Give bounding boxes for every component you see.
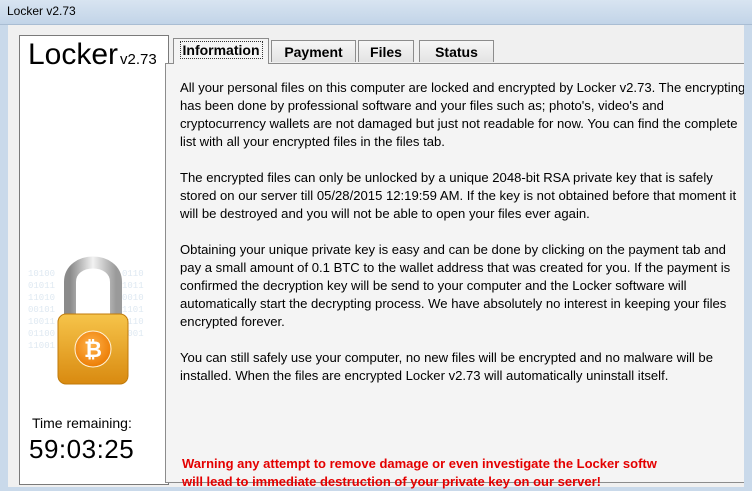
information-text: All your personal files on this computer… <box>180 79 746 403</box>
svg-text:1101: 1101 <box>122 305 144 315</box>
svg-text:0010: 0010 <box>122 293 144 303</box>
svg-text:00101: 00101 <box>28 305 55 315</box>
tab-files[interactable]: Files <box>358 40 414 62</box>
left-panel: Locker v2.73 10100 01011 11010 00101 100… <box>19 35 169 485</box>
info-paragraph: The encrypted files can only be unlocked… <box>180 170 737 221</box>
warning-line-2: will lead to immediate destruction of yo… <box>182 474 601 489</box>
time-remaining-label: Time remaining: <box>32 415 132 431</box>
info-paragraph: You can still safely use your computer, … <box>180 350 714 383</box>
info-paragraph: All your personal files on this computer… <box>180 80 746 149</box>
svg-text:01011: 01011 <box>28 281 55 291</box>
svg-text:10100: 10100 <box>28 269 55 279</box>
info-paragraph: Obtaining your unique private key is eas… <box>180 242 731 329</box>
logo-version: v2.73 <box>120 51 157 68</box>
logo-name: Locker <box>28 38 119 71</box>
tab-status[interactable]: Status <box>419 40 494 62</box>
window-titlebar: Locker v2.73 <box>0 0 752 25</box>
tab-information[interactable]: Information <box>173 38 269 64</box>
countdown-timer: 59:03:25 <box>29 434 135 464</box>
tab-payment-label: Payment <box>284 44 343 60</box>
svg-text:10011: 10011 <box>28 317 55 327</box>
svg-text:11010: 11010 <box>28 293 55 303</box>
main-window: Locker v2.73 10100 01011 11010 00101 100… <box>8 25 752 489</box>
svg-text:₿: ₿ <box>84 337 102 362</box>
tab-payment[interactable]: Payment <box>271 40 356 62</box>
svg-text:1011: 1011 <box>122 281 144 291</box>
information-panel: All your personal files on this computer… <box>165 63 749 489</box>
tab-files-label: Files <box>370 44 402 60</box>
window-title: Locker v2.73 <box>7 4 76 18</box>
padlock-bitcoin-icon: 10100 01011 11010 00101 10011 01100 1100… <box>22 236 162 396</box>
tab-status-label: Status <box>435 44 478 60</box>
svg-text:11001: 11001 <box>28 341 55 351</box>
svg-text:01100: 01100 <box>28 329 55 339</box>
window-frame-right <box>744 25 752 487</box>
svg-text:0110: 0110 <box>122 269 144 279</box>
warning-message: Warning any attempt to remove damage or … <box>182 455 748 491</box>
warning-line-1: Warning any attempt to remove damage or … <box>182 456 657 471</box>
tab-information-label: Information <box>179 41 263 59</box>
app-logo: Locker v2.73 <box>28 38 157 72</box>
